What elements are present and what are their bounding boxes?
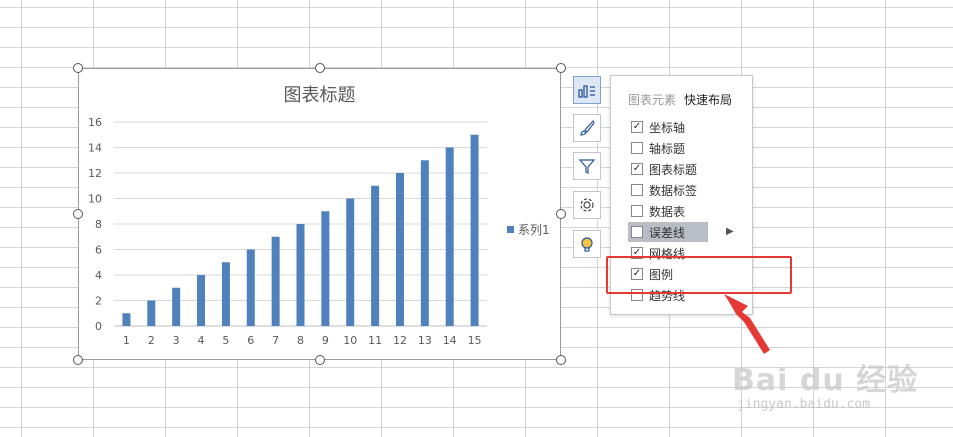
chart-filter-icon [578,159,596,174]
checkbox-unchecked[interactable] [631,205,643,217]
chart-element-option-label: 坐标轴 [649,120,686,135]
chart-element-option-label: 数据表 [649,204,686,219]
x-tick-label: 13 [418,334,432,347]
resize-handle-top-right[interactable] [556,63,566,73]
x-tick-label: 8 [297,334,304,347]
resize-handle-right[interactable] [556,209,566,219]
chart-settings-gear-icon [580,198,594,212]
x-tick-label: 1 [123,334,130,347]
lightbulb-button[interactable] [573,230,601,258]
checkbox-checked[interactable]: ✓ [631,121,643,133]
checkbox-unchecked[interactable] [631,184,643,196]
chart-element-option[interactable]: 轴标题 [628,138,743,158]
tab-chart-elements[interactable]: 图表元素 [628,91,676,108]
resize-handle-left[interactable] [73,209,83,219]
bar[interactable] [321,211,330,326]
chart-element-option-label: 图表标题 [649,162,698,177]
bar[interactable] [371,185,380,326]
panel-tabs: 图表元素 快速布局 [628,91,732,108]
chart-element-option[interactable]: 误差线 [628,222,708,242]
tab-quick-layout[interactable]: 快速布局 [684,91,732,108]
resize-handle-top[interactable] [315,63,325,73]
x-tick-label: 7 [272,334,279,347]
watermark-url: jingyan.baidu.com [737,397,871,412]
chart-element-option[interactable]: ✓ 图表标题 [628,159,743,179]
chart-elements-icon [578,85,595,98]
bar[interactable] [197,275,206,326]
bar[interactable] [221,262,230,326]
x-tick-label: 15 [468,334,482,347]
bar[interactable] [271,236,280,326]
x-tick-label: 10 [343,334,357,347]
highlight-box [606,256,792,294]
chart-plot[interactable]: 02468101214161 2 3 4 5 6 7 8 9 10 11 12 13 14 15 [79,69,562,361]
x-tick-label: 3 [173,334,180,347]
chart-filter-button[interactable] [573,152,601,180]
chart-area[interactable]: 图表标题 0 2 4 6 8 10 12 14 16 1 2 3 4 5 6 7 8 9 10 11 12 13 14 15 … [78,68,561,360]
resize-handle-bottom-right[interactable] [556,355,566,365]
resize-handle-top-left[interactable] [73,63,83,73]
bar[interactable] [246,249,255,327]
resize-handle-bottom-left[interactable] [73,355,83,365]
lightbulb-icon [581,237,593,252]
x-tick-label: 5 [222,334,229,347]
x-tick-label: 6 [247,334,254,347]
watermark-logo: Bai du 经验 [732,363,919,398]
chart-settings-button[interactable] [573,191,601,219]
y-tick-label: 10 [88,193,102,206]
chart-element-option-label: 轴标题 [649,141,686,156]
chart-styles-brush-icon [580,119,595,136]
chart-elements-button[interactable] [573,76,601,104]
chart-element-option-label: 数据标签 [649,183,698,198]
checkbox-unchecked[interactable] [631,226,643,238]
x-tick-label: 2 [148,334,155,347]
y-tick-label: 0 [95,320,102,333]
y-tick-label: 2 [95,295,102,308]
checkbox-unchecked[interactable] [631,142,643,154]
x-tick-label: 9 [322,334,329,347]
y-tick-label: 12 [88,167,102,180]
x-tick-label: 4 [198,334,205,347]
bar[interactable] [346,198,355,327]
bar[interactable] [172,287,181,326]
chart-element-option[interactable]: ✓ 坐标轴 [628,117,743,137]
bar[interactable] [122,313,131,326]
bar[interactable] [395,173,404,326]
x-tick-label: 14 [443,334,457,347]
bar[interactable] [445,147,454,327]
bar[interactable] [296,224,305,326]
resize-handle-bottom[interactable] [315,355,325,365]
chart-styles-button[interactable] [573,114,601,142]
chart-legend[interactable]: 系列1 [507,221,550,238]
chart-element-option-label: 误差线 [649,225,686,240]
bar[interactable] [420,160,429,326]
legend-swatch [507,226,514,233]
y-tick-label: 6 [95,244,102,257]
x-tick-label: 11 [368,334,382,347]
submenu-arrow-icon[interactable]: ▶ [726,226,734,237]
legend-label: 系列1 [518,223,550,237]
y-tick-label: 8 [95,218,102,231]
x-tick-label: 12 [393,334,407,347]
checkbox-checked[interactable]: ✓ [631,163,643,175]
bar[interactable] [147,300,156,327]
y-tick-label: 4 [95,269,102,282]
y-tick-label: 14 [88,142,102,155]
chart-element-option[interactable]: 数据标签 [628,180,743,200]
chart-element-option[interactable]: 数据表 [628,201,743,221]
bar[interactable] [470,134,479,326]
y-tick-label: 16 [88,116,102,129]
